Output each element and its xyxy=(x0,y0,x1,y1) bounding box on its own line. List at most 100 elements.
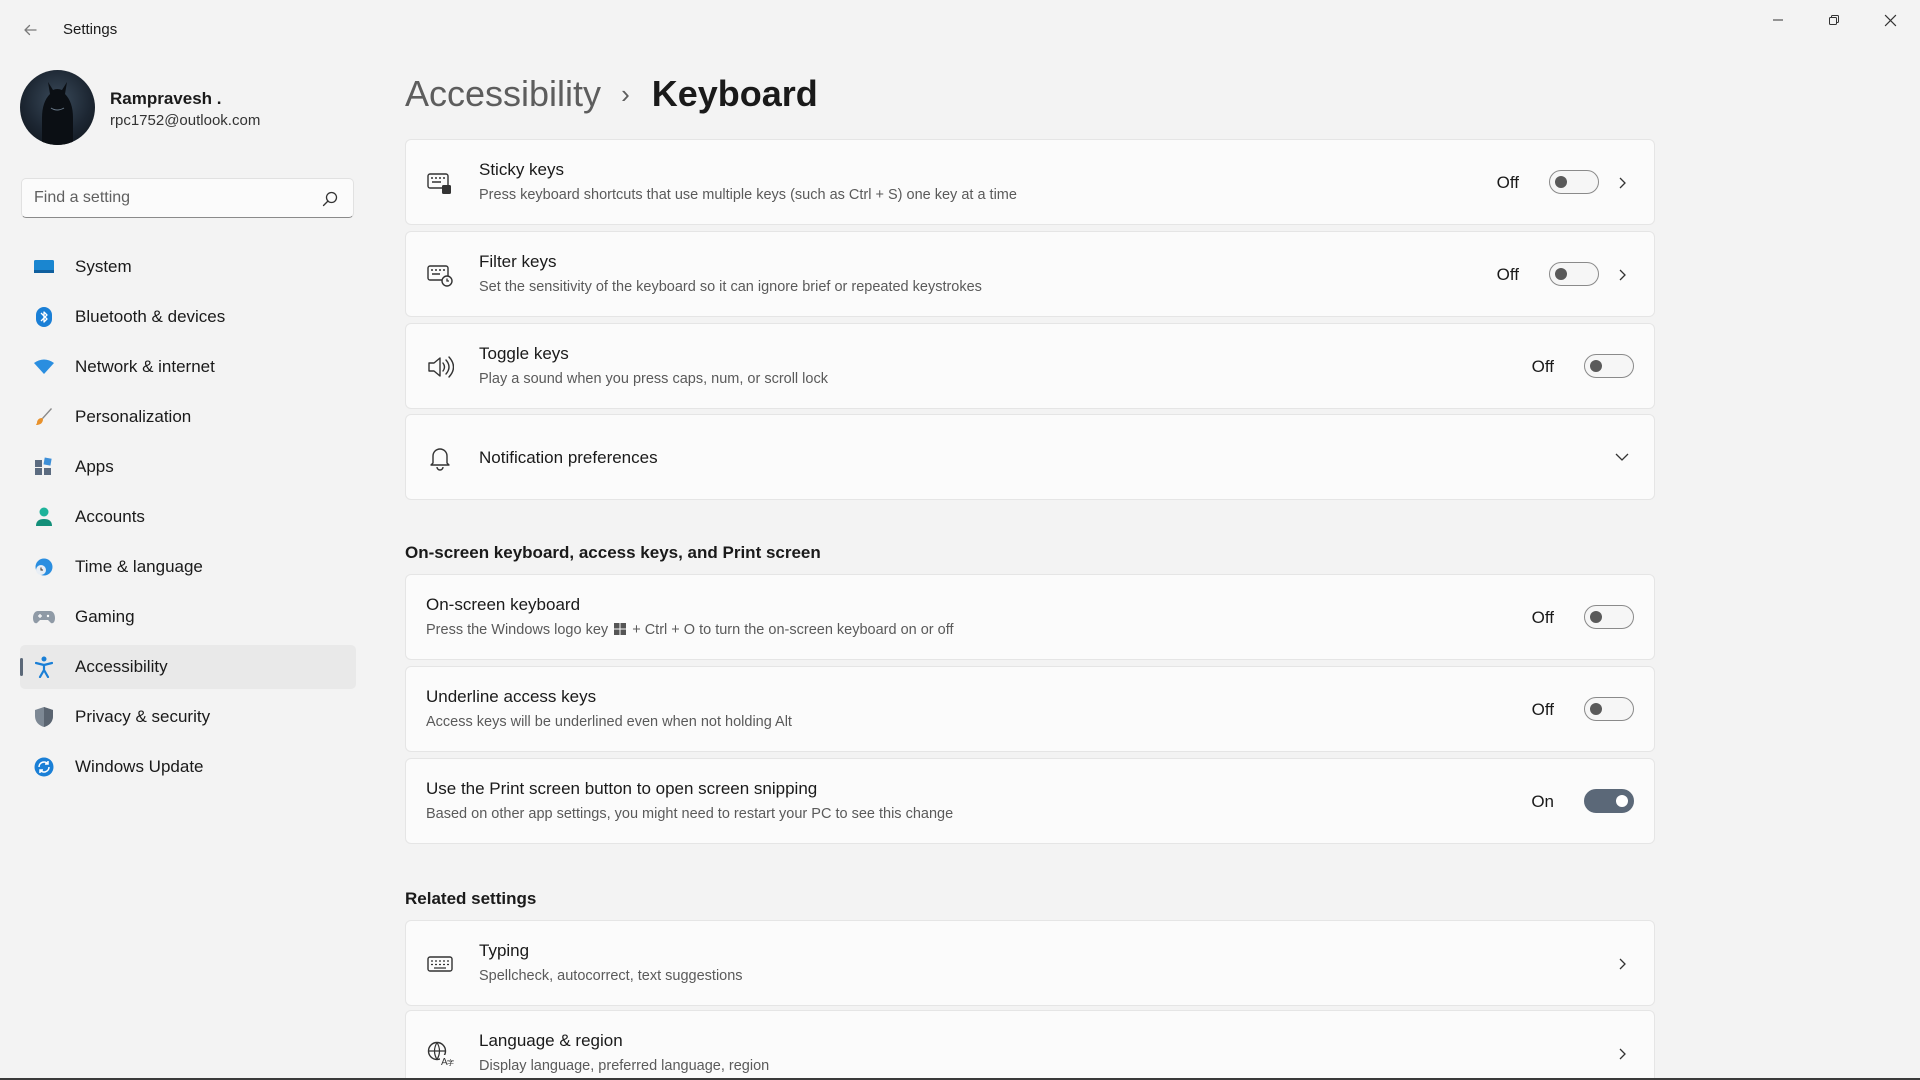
chevron-right-icon[interactable] xyxy=(1610,263,1634,287)
sidebar-item-privacy[interactable]: Privacy & security xyxy=(20,695,356,739)
typing-card[interactable]: Typing Spellcheck, autocorrect, text sug… xyxy=(405,920,1655,1006)
sidebar-item-label: Gaming xyxy=(75,607,135,626)
chevron-down-icon[interactable] xyxy=(1610,445,1634,469)
windows-logo-icon xyxy=(614,623,627,635)
profile-name: Rampravesh . xyxy=(110,89,222,108)
profile-email: rpc1752@outlook.com xyxy=(110,112,261,129)
person-icon xyxy=(33,506,55,528)
desc-text-after: + Ctrl + O to turn the on-screen keyboar… xyxy=(632,622,954,638)
minimize-button[interactable] xyxy=(1750,0,1806,40)
minimize-icon xyxy=(1773,19,1783,21)
on-screen-keyboard-state: Off xyxy=(1531,608,1554,627)
sidebar-item-label: Network & internet xyxy=(75,357,215,376)
sidebar-nav: System Bluetooth & devices Network & int… xyxy=(20,245,356,795)
chevron-right-icon[interactable] xyxy=(1610,171,1634,195)
app-title: Settings xyxy=(63,21,118,38)
toggle-knob xyxy=(1590,703,1602,715)
shield-icon xyxy=(33,706,55,728)
title-bar: Settings xyxy=(0,0,1920,60)
globe-clock-icon xyxy=(33,556,55,578)
close-icon xyxy=(1884,14,1896,26)
sidebar-item-bluetooth[interactable]: Bluetooth & devices xyxy=(20,295,356,339)
card-title: On-screen keyboard xyxy=(426,595,581,614)
sidebar-item-accessibility[interactable]: Accessibility xyxy=(20,645,356,689)
sidebar-item-label: Privacy & security xyxy=(75,707,211,726)
card-title: Use the Print screen button to open scre… xyxy=(426,779,818,798)
print-screen-state: On xyxy=(1531,792,1554,811)
sidebar-item-time-language[interactable]: Time & language xyxy=(20,545,356,589)
notification-preferences-card[interactable]: Notification preferences xyxy=(405,414,1655,500)
on-screen-keyboard-toggle[interactable] xyxy=(1584,605,1634,629)
sticky-keys-icon xyxy=(427,173,451,194)
sidebar-item-label: Accessibility xyxy=(75,657,168,676)
card-description: Access keys will be underlined even when… xyxy=(426,714,792,730)
card-title: Language & region xyxy=(479,1031,623,1050)
gamepad-icon xyxy=(33,606,55,628)
sidebar-item-label: Accounts xyxy=(75,507,145,526)
sidebar-item-apps[interactable]: Apps xyxy=(20,445,356,489)
print-screen-toggle[interactable] xyxy=(1584,789,1634,813)
sidebar-item-accounts[interactable]: Accounts xyxy=(20,495,356,539)
avatar xyxy=(20,70,95,145)
chevron-right-icon[interactable] xyxy=(1610,1042,1634,1066)
sidebar-item-windows-update[interactable]: Windows Update xyxy=(20,745,356,789)
sidebar-item-network[interactable]: Network & internet xyxy=(20,345,356,389)
sidebar-item-label: Time & language xyxy=(75,557,203,576)
svg-text:字: 字 xyxy=(447,1058,454,1067)
language-region-card[interactable]: A字 Language & region Display language, p… xyxy=(405,1010,1655,1080)
keyboard-icon xyxy=(427,956,453,972)
card-title: Toggle keys xyxy=(479,344,569,363)
bell-icon xyxy=(430,448,450,471)
sidebar-item-label: Apps xyxy=(75,457,114,476)
underline-access-keys-toggle[interactable] xyxy=(1584,697,1634,721)
card-description: Set the sensitivity of the keyboard so i… xyxy=(479,279,982,295)
print-screen-card[interactable]: Use the Print screen button to open scre… xyxy=(405,758,1655,844)
back-arrow-icon xyxy=(24,24,37,36)
filter-keys-toggle[interactable] xyxy=(1549,262,1599,286)
speaker-icon xyxy=(428,356,454,378)
chevron-right-icon[interactable] xyxy=(1610,952,1634,976)
sticky-keys-toggle[interactable] xyxy=(1549,170,1599,194)
toggle-knob xyxy=(1590,360,1602,372)
filter-keys-icon xyxy=(427,265,453,287)
card-description: Based on other app settings, you might n… xyxy=(426,806,954,822)
section-heading: On-screen keyboard, access keys, and Pri… xyxy=(405,543,821,562)
brush-icon xyxy=(33,406,55,428)
close-button[interactable] xyxy=(1862,0,1918,40)
filter-keys-card[interactable]: Filter keys Set the sensitivity of the k… xyxy=(405,231,1655,317)
back-button[interactable] xyxy=(14,14,46,46)
underline-access-keys-state: Off xyxy=(1531,700,1554,719)
card-description: Display language, preferred language, re… xyxy=(479,1058,770,1074)
page-title: Keyboard xyxy=(651,73,818,114)
bluetooth-icon xyxy=(33,306,55,328)
card-title: Typing xyxy=(479,941,530,960)
card-description: Play a sound when you press caps, num, o… xyxy=(479,371,828,387)
wifi-icon xyxy=(33,356,55,378)
restore-button[interactable] xyxy=(1806,0,1862,40)
breadcrumb-parent[interactable]: Accessibility xyxy=(405,73,601,115)
toggle-keys-toggle[interactable] xyxy=(1584,354,1634,378)
toggle-keys-state: Off xyxy=(1531,357,1554,376)
sidebar-item-personalization[interactable]: Personalization xyxy=(20,395,356,439)
accessibility-icon xyxy=(33,656,55,678)
language-icon: A字 xyxy=(427,1041,454,1068)
toggle-keys-card[interactable]: Toggle keys Play a sound when you press … xyxy=(405,323,1655,409)
related-settings-heading: Related settings xyxy=(405,889,537,908)
sidebar-item-label: Windows Update xyxy=(75,757,204,776)
underline-access-keys-card[interactable]: Underline access keys Access keys will b… xyxy=(405,666,1655,752)
card-description: Spellcheck, autocorrect, text suggestion… xyxy=(479,968,743,984)
on-screen-keyboard-card[interactable]: On-screen keyboard Press the Windows log… xyxy=(405,574,1655,660)
sticky-keys-card[interactable]: Sticky keys Press keyboard shortcuts tha… xyxy=(405,139,1655,225)
breadcrumb-separator: › xyxy=(621,78,630,109)
search-box[interactable] xyxy=(21,178,354,218)
toggle-knob xyxy=(1555,268,1567,280)
breadcrumb: Accessibility › Keyboard xyxy=(405,70,818,118)
card-title: Notification preferences xyxy=(479,448,658,467)
sidebar-item-gaming[interactable]: Gaming xyxy=(20,595,356,639)
user-profile[interactable]: Rampravesh . rpc1752@outlook.com xyxy=(20,70,360,146)
card-title: Sticky keys xyxy=(479,160,565,179)
sidebar-item-system[interactable]: System xyxy=(20,245,356,289)
search-input[interactable] xyxy=(34,187,314,209)
sidebar-item-label: Bluetooth & devices xyxy=(75,307,226,326)
restore-icon xyxy=(1829,15,1839,25)
